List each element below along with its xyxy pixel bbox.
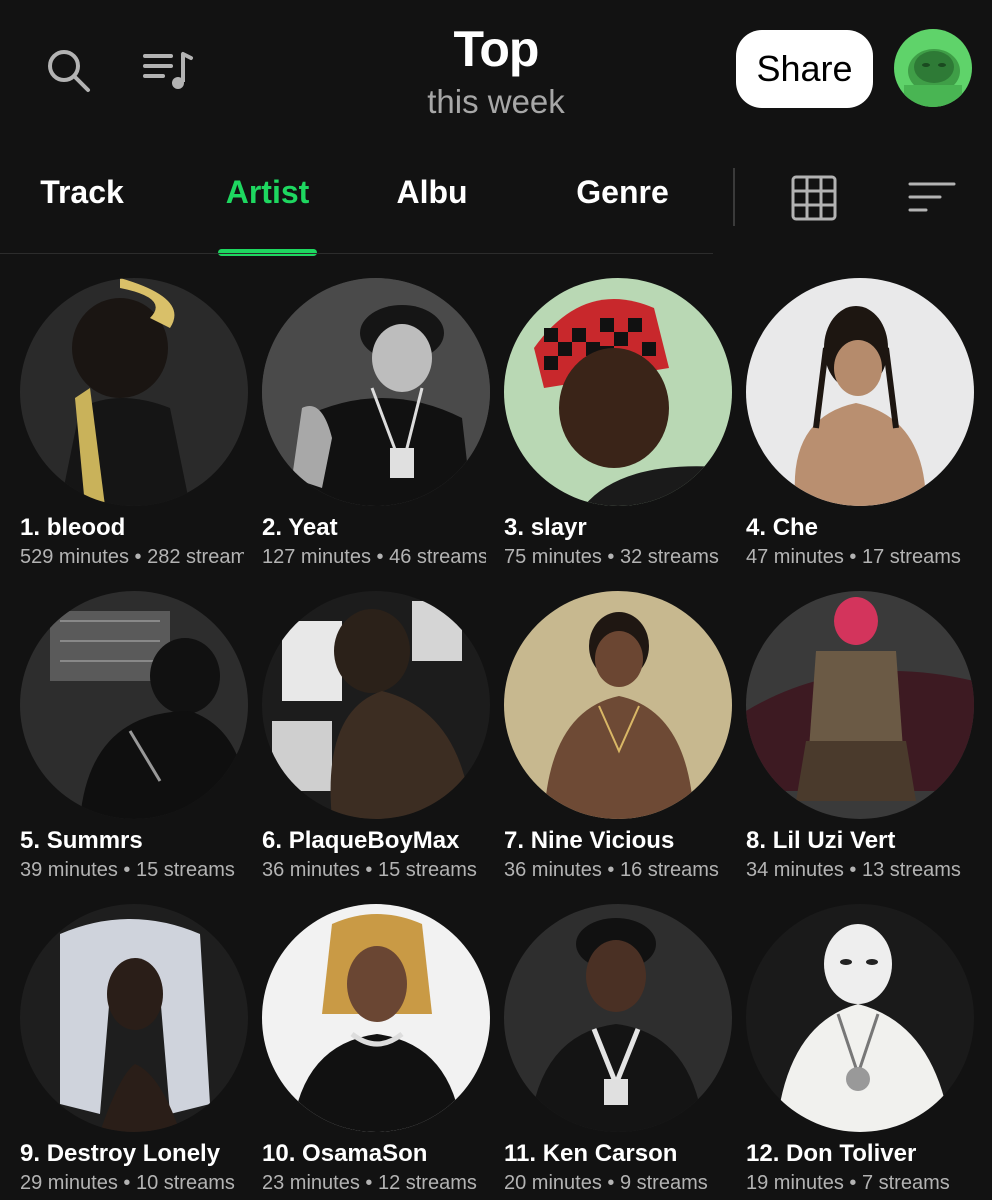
artist-stats: 127 minutes • 46 streams [262, 546, 486, 568]
artist-stats: 529 minutes • 282 streams [20, 546, 244, 568]
artist-name: 10. OsamaSon [262, 1140, 428, 1167]
artist-card[interactable]: 2. Yeat 127 minutes • 46 streams [262, 278, 498, 578]
artist-photo [20, 278, 248, 506]
artist-card[interactable]: 7. Nine Vicious 36 minutes • 16 streams [504, 591, 740, 891]
artist-photo [262, 591, 490, 819]
artist-stats: 47 minutes • 17 streams [746, 546, 961, 568]
artist-name: 12. Don Toliver [746, 1140, 917, 1167]
artist-name: 7. Nine Vicious [504, 827, 675, 854]
artist-name: 4. Che [746, 514, 819, 541]
artist-stats: 23 minutes • 12 streams [262, 1172, 477, 1194]
artist-photo [504, 904, 732, 1132]
artist-card[interactable]: 6. PlaqueBoyMax 36 minutes • 15 streams [262, 591, 498, 891]
search-button[interactable] [40, 42, 96, 98]
page-title-block: Top this week [296, 20, 696, 122]
artist-stats: 75 minutes • 32 streams [504, 546, 719, 568]
grid-view-icon [791, 175, 837, 221]
queue-music-icon [143, 52, 193, 89]
artist-name: 6. PlaqueBoyMax [262, 827, 460, 854]
artist-stats: 20 minutes • 9 streams [504, 1172, 708, 1194]
artist-grid: 1. bleood 529 minutes • 282 streams 2. Y… [0, 276, 992, 1200]
artist-name: 1. bleood [20, 514, 126, 541]
artist-card[interactable]: 4. Che 47 minutes • 17 streams [746, 278, 982, 578]
avatar-image [894, 29, 972, 107]
artist-card[interactable]: 8. Lil Uzi Vert 34 minutes • 13 streams [746, 591, 982, 891]
grid-view-button[interactable] [790, 174, 838, 222]
artist-card[interactable]: 5. Summrs 39 minutes • 15 streams [20, 591, 256, 891]
sort-icon [908, 182, 956, 212]
search-icon [48, 50, 90, 92]
tab-artist[interactable]: Artist [210, 174, 325, 211]
artist-name: 8. Lil Uzi Vert [746, 827, 896, 854]
artist-photo [746, 278, 974, 506]
artist-stats: 36 minutes • 16 streams [504, 859, 719, 881]
artist-stats: 29 minutes • 10 streams [20, 1172, 235, 1194]
artist-card[interactable]: 12. Don Toliver 19 minutes • 7 streams [746, 904, 982, 1200]
top-header: Top this week Share [0, 0, 992, 150]
artist-photo [262, 278, 490, 506]
category-tabs: Track Artist Albu Genre [0, 160, 992, 260]
share-button[interactable]: Share [736, 30, 873, 108]
artist-stats: 36 minutes • 15 streams [262, 859, 477, 881]
artist-photo [746, 904, 974, 1132]
artist-name: 11. Ken Carson [504, 1140, 678, 1167]
artist-stats: 19 minutes • 7 streams [746, 1172, 950, 1194]
artist-photo [746, 591, 974, 819]
artist-name: 9. Destroy Lonely [20, 1140, 221, 1167]
queue-button[interactable] [138, 42, 198, 98]
artist-card[interactable]: 10. OsamaSon 23 minutes • 12 streams [262, 904, 498, 1200]
artist-photo [20, 591, 248, 819]
profile-avatar[interactable] [894, 29, 972, 107]
artist-photo [504, 591, 732, 819]
artist-photo [504, 278, 732, 506]
artist-card[interactable]: 9. Destroy Lonely 29 minutes • 10 stream… [20, 904, 256, 1200]
artist-card[interactable]: 1. bleood 529 minutes • 282 streams [20, 278, 256, 578]
page-title: Top [453, 21, 540, 77]
tabs-divider [0, 253, 713, 254]
artist-photo [20, 904, 248, 1132]
artist-stats: 34 minutes • 13 streams [746, 859, 961, 881]
page-subtitle: this week [427, 83, 565, 120]
artist-card[interactable]: 11. Ken Carson 20 minutes • 9 streams [504, 904, 740, 1200]
tabs-separator [733, 168, 735, 226]
artist-stats: 39 minutes • 15 streams [20, 859, 235, 881]
sort-button[interactable] [908, 180, 956, 216]
tab-album[interactable]: Albu [382, 174, 482, 211]
tab-genre[interactable]: Genre [565, 174, 680, 211]
artist-name: 2. Yeat [262, 514, 338, 541]
artist-name: 3. slayr [504, 514, 587, 541]
artist-photo [262, 904, 490, 1132]
artist-name: 5. Summrs [20, 827, 143, 854]
tab-track[interactable]: Track [32, 174, 132, 211]
artist-card[interactable]: 3. slayr 75 minutes • 32 streams [504, 278, 740, 578]
